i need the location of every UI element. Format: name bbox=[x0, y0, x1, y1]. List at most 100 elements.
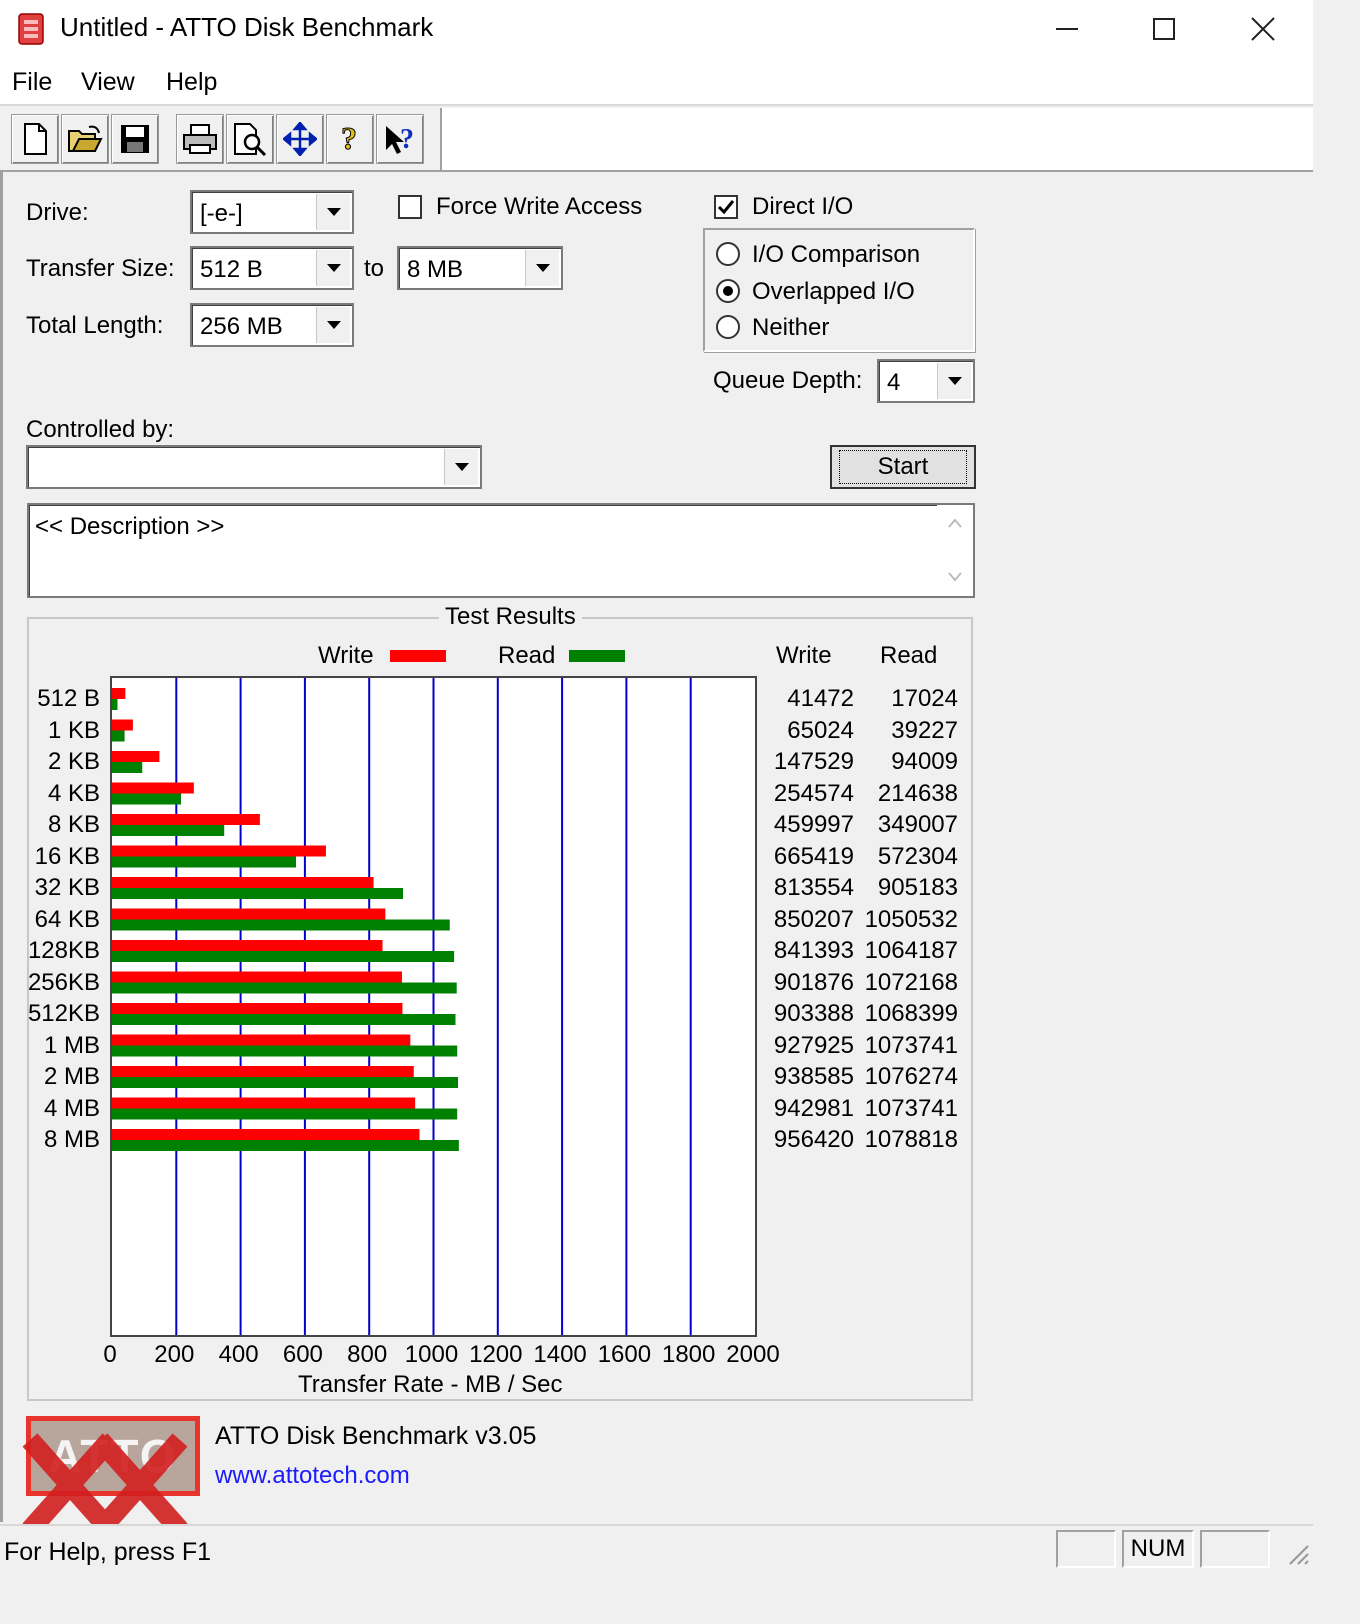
read-value: 1073741 bbox=[864, 1094, 958, 1122]
chevron-up-icon[interactable] bbox=[947, 517, 963, 529]
save-button[interactable] bbox=[111, 114, 159, 164]
queue-depth-value: 4 bbox=[887, 369, 901, 396]
overlapped-io-label: Overlapped I/O bbox=[752, 278, 915, 305]
bar-read bbox=[112, 762, 143, 773]
drive-value: [-e-] bbox=[200, 200, 243, 227]
close-icon bbox=[1251, 17, 1275, 41]
bar-read bbox=[112, 1108, 458, 1120]
legend-write-label: Write bbox=[318, 642, 374, 669]
bar-write bbox=[112, 971, 402, 983]
write-value: 147529 bbox=[773, 748, 854, 775]
bar-read bbox=[112, 825, 225, 836]
write-value: 850207 bbox=[773, 905, 854, 933]
radio-selected-dot bbox=[723, 286, 733, 296]
website-link[interactable]: www.attotech.com bbox=[215, 1462, 410, 1490]
watermark-icon bbox=[22, 1433, 188, 1530]
menu-view[interactable]: View bbox=[81, 68, 135, 97]
maximize-button[interactable] bbox=[1115, 0, 1213, 58]
read-value: 39227 bbox=[891, 716, 958, 744]
status-bar: For Help, press F1 bbox=[0, 1524, 1313, 1568]
drive-select[interactable]: [-e-] bbox=[190, 190, 354, 234]
neither-radio[interactable] bbox=[716, 315, 740, 339]
menu-help[interactable]: Help bbox=[166, 68, 217, 97]
io-comparison-radio[interactable] bbox=[716, 242, 740, 266]
overlapped-io-radio[interactable] bbox=[716, 279, 740, 303]
version-text: ATTO Disk Benchmark v3.05 bbox=[215, 1422, 537, 1450]
chart-plot-area bbox=[110, 676, 757, 1337]
read-value: 572304 bbox=[877, 842, 958, 870]
write-value: 65024 bbox=[787, 716, 854, 744]
io-comparison-label: I/O Comparison bbox=[752, 241, 921, 268]
close-button[interactable] bbox=[1214, 0, 1312, 58]
chevron-down-icon[interactable] bbox=[316, 194, 350, 230]
chevron-down-icon[interactable] bbox=[444, 449, 478, 485]
read-value: 1050532 bbox=[864, 905, 958, 933]
queue-depth-label: Queue Depth: bbox=[713, 367, 863, 394]
row-label: 512KB bbox=[27, 1000, 100, 1027]
row-label: 8 MB bbox=[43, 1126, 100, 1153]
controlled-by-label: Controlled by: bbox=[26, 416, 175, 443]
bar-read bbox=[112, 699, 118, 710]
description-scrollbar[interactable] bbox=[937, 505, 973, 596]
minimize-button[interactable] bbox=[1018, 0, 1116, 58]
context-help-button[interactable]: ? bbox=[376, 114, 424, 164]
write-column-header: Write bbox=[776, 642, 832, 669]
status-help-text: For Help, press F1 bbox=[4, 1538, 212, 1566]
svg-text:?: ? bbox=[400, 124, 414, 155]
row-label: 256KB bbox=[27, 968, 100, 996]
read-value: 1076274 bbox=[864, 1063, 958, 1090]
chevron-down-icon[interactable] bbox=[937, 363, 971, 399]
row-label: 2 KB bbox=[47, 748, 100, 775]
controlled-by-select[interactable] bbox=[26, 445, 482, 489]
transfer-size-to-select[interactable]: 8 MB bbox=[397, 246, 563, 290]
row-label: 2 MB bbox=[43, 1063, 100, 1090]
read-column-header: Read bbox=[880, 642, 938, 669]
bar-write bbox=[112, 1003, 403, 1014]
chevron-down-icon[interactable] bbox=[316, 250, 350, 286]
total-length-select[interactable]: 256 MB bbox=[190, 303, 354, 347]
read-value: 905183 bbox=[877, 874, 958, 901]
neither-label: Neither bbox=[752, 314, 830, 341]
new-button[interactable] bbox=[11, 114, 59, 164]
menu-file[interactable]: File bbox=[12, 68, 52, 97]
new-icon bbox=[24, 123, 47, 155]
bar-write bbox=[112, 940, 383, 951]
print-preview-button[interactable] bbox=[226, 114, 274, 164]
status-pane-scroll bbox=[1200, 1530, 1270, 1568]
direct-io-checkbox[interactable] bbox=[714, 195, 738, 219]
save-icon bbox=[121, 125, 149, 153]
read-value: 1072168 bbox=[864, 968, 958, 996]
bar-read bbox=[112, 730, 125, 742]
menu-bar: File View Help bbox=[0, 58, 1313, 106]
description-text: << Description >> bbox=[35, 513, 225, 540]
status-pane-caps bbox=[1056, 1530, 1116, 1568]
bar-read bbox=[112, 1077, 459, 1088]
description-textarea[interactable]: << Description >> bbox=[27, 503, 975, 598]
transfer-size-label: Transfer Size: bbox=[26, 255, 175, 282]
help-icon: ? bbox=[341, 122, 358, 156]
help-button[interactable]: ? bbox=[326, 114, 374, 164]
window-title: Untitled - ATTO Disk Benchmark bbox=[60, 12, 434, 42]
legend-read-swatch bbox=[569, 650, 625, 662]
chevron-down-icon[interactable] bbox=[525, 250, 559, 286]
force-write-checkbox[interactable] bbox=[398, 195, 422, 219]
read-value: 17024 bbox=[891, 685, 958, 712]
transfer-from-value: 512 B bbox=[200, 256, 263, 283]
start-button[interactable]: Start bbox=[830, 445, 976, 489]
resize-grip-icon[interactable] bbox=[1284, 1540, 1310, 1566]
transfer-size-from-select[interactable]: 512 B bbox=[190, 246, 354, 290]
bar-read bbox=[112, 1045, 458, 1057]
queue-depth-select[interactable]: 4 bbox=[877, 359, 975, 403]
results-chart bbox=[112, 678, 692, 1335]
bar-write bbox=[112, 845, 326, 857]
open-button[interactable] bbox=[61, 114, 109, 164]
print-button[interactable] bbox=[176, 114, 224, 164]
transfer-to-value: 8 MB bbox=[407, 256, 464, 283]
bar-read bbox=[112, 951, 455, 962]
print-icon bbox=[183, 124, 217, 154]
move-button[interactable] bbox=[276, 114, 324, 164]
chevron-down-icon[interactable] bbox=[316, 307, 350, 343]
write-value: 459997 bbox=[773, 811, 854, 838]
num-indicator: NUM bbox=[1130, 1535, 1186, 1562]
chevron-down-icon[interactable] bbox=[947, 571, 963, 583]
